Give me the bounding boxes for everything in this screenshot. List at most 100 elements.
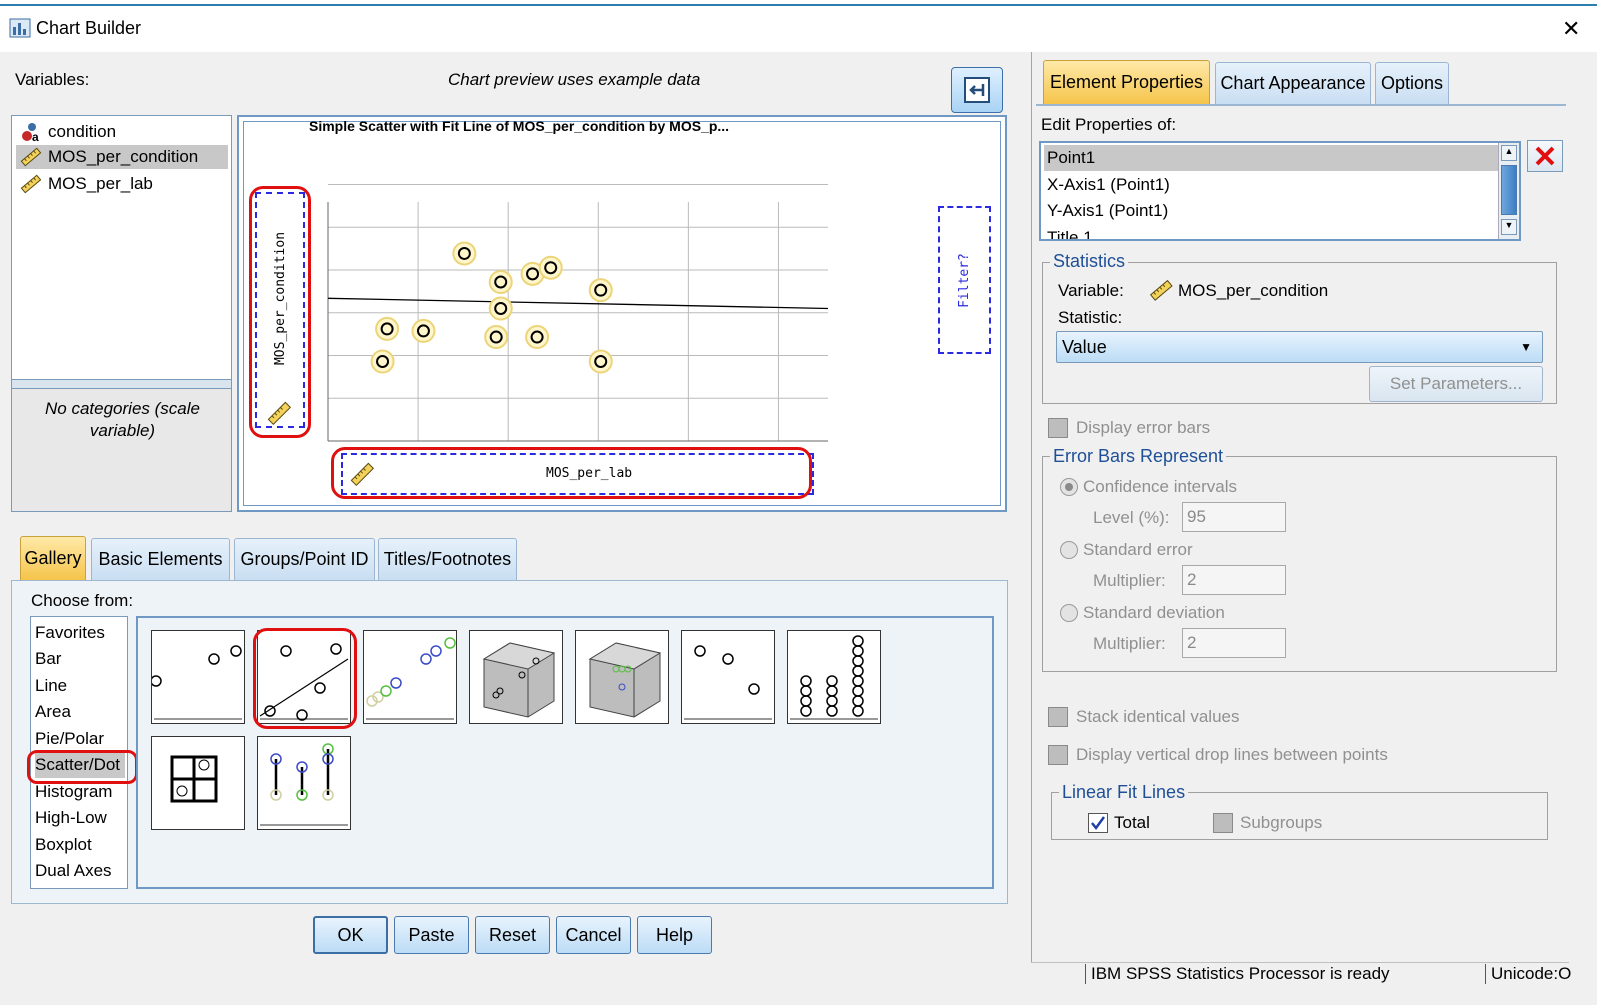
set-parameters-button[interactable]: Set Parameters... [1369,366,1543,402]
prop-item-x-axis1[interactable]: X-Axis1 (Point1) [1044,172,1500,198]
delete-element-button[interactable] [1527,140,1563,172]
prop-item-point1[interactable]: Point1 [1044,145,1500,171]
variables-list[interactable]: a condition MOS_per_condition MOS_per_la… [11,115,232,380]
scatter-matrix-thumb-icon [170,755,218,803]
thumb-grouped-scatter[interactable] [363,630,457,724]
thumb-grouped-3d-scatter[interactable] [575,630,669,724]
properties-list[interactable]: Point1 X-Axis1 (Point1) Y-Axis1 (Point1)… [1039,141,1521,241]
close-icon[interactable]: ✕ [1562,16,1580,42]
preview-note: Chart preview uses example data [448,70,701,89]
stack-identical-checkbox[interactable] [1048,707,1068,727]
thumb-simple-scatter[interactable] [150,630,245,724]
drop-lines-checkbox[interactable] [1048,745,1068,765]
chart-type-pie-polar[interactable]: Pie/Polar [35,726,104,752]
drop-lines-label: Display vertical drop lines between poin… [1076,745,1388,764]
data-point-halo [538,255,563,280]
paste-button[interactable]: Paste [394,916,469,954]
chart-type-boxplot[interactable]: Boxplot [35,832,92,858]
tab-basic-elements[interactable]: Basic Elements [91,538,230,580]
total-checkbox[interactable] [1088,813,1108,833]
scale-icon [1149,279,1173,301]
delete-icon [1535,146,1555,166]
standard-deviation-label: Standard deviation [1083,603,1225,622]
data-point-halo [488,296,513,321]
window-title: Chart Builder [36,18,142,38]
multiplier-label-2: Multiplier: [1093,634,1166,653]
tab-groups-point-id[interactable]: Groups/Point ID [234,538,375,580]
top-strip [0,0,1597,6]
export-chart-button[interactable] [951,67,1003,113]
chart-type-bar[interactable]: Bar [35,646,61,672]
drop-line-thumb-icon [260,743,348,826]
variable-item-condition[interactable]: a condition [16,120,228,144]
grouped-scatter-thumb-icon [366,637,456,720]
thumb-3d-scatter[interactable] [469,630,563,724]
data-point-halo [375,316,400,341]
chevron-down-icon: ▼ [1520,340,1532,354]
data-point-halo [588,278,613,303]
chart-type-line[interactable]: Line [35,673,67,699]
scroll-thumb[interactable] [1501,165,1517,215]
chart-title: Simple Scatter with Fit Line of MOS_per_… [309,118,730,134]
ok-button[interactable]: OK [313,916,388,954]
choose-from-label: Choose from: [31,591,134,610]
scroll-down-icon[interactable]: ▼ [1501,219,1517,235]
thumb-dot-plot[interactable] [787,630,881,724]
variable-item-mos-per-lab[interactable]: MOS_per_lab [16,172,228,196]
filter-label: Filter? [956,252,972,308]
cancel-button[interactable]: Cancel [556,916,631,954]
highlight-scatter-fit-thumb [253,628,357,729]
chart-type-dual-axes[interactable]: Dual Axes [35,858,112,884]
checkmark-icon [1091,816,1106,831]
thumb-drop-line[interactable] [257,736,351,830]
fit-line [327,297,829,310]
chart-type-high-low[interactable]: High-Low [35,805,107,831]
scroll-up-icon[interactable]: ▲ [1501,145,1517,161]
display-error-bars-checkbox[interactable] [1048,418,1068,438]
stack-identical-label: Stack identical values [1076,707,1240,726]
multiplier-field-se[interactable]: 2 [1182,565,1286,595]
edit-properties-label: Edit Properties of: [1041,115,1177,134]
chart-builder-icon [8,16,32,40]
tab-titles-footnotes[interactable]: Titles/Footnotes [378,538,517,580]
standard-error-radio[interactable] [1060,541,1078,559]
prop-item-y-axis1[interactable]: Y-Axis1 (Point1) [1044,198,1500,224]
summary-point-thumb-icon [684,645,772,720]
title-bar [0,0,1597,52]
confidence-intervals-label: Confidence intervals [1083,477,1238,496]
tab-chart-appearance[interactable]: Chart Appearance [1215,62,1371,104]
tab-element-properties[interactable]: Element Properties [1043,60,1210,104]
variable-value: MOS_per_condition [1178,281,1329,300]
reset-button[interactable]: Reset [475,916,550,954]
confidence-intervals-radio[interactable] [1060,478,1078,496]
properties-scrollbar[interactable]: ▲ ▼ [1498,143,1519,239]
statistic-dropdown[interactable]: Value ▼ [1056,331,1543,363]
chart-type-favorites[interactable]: Favorites [35,620,105,646]
tab-options[interactable]: Options [1375,62,1449,104]
level-label: Level (%): [1093,508,1170,527]
thumb-scatter-matrix[interactable] [151,736,245,830]
variable-item-mos-per-condition[interactable]: MOS_per_condition [16,145,228,169]
3d-scatter-thumb-icon [482,642,556,718]
subgroups-checkbox[interactable] [1213,813,1233,833]
standard-error-label: Standard error [1083,540,1193,559]
standard-deviation-radio[interactable] [1060,604,1078,622]
multiplier-label: Multiplier: [1093,571,1166,590]
data-point-halo [452,241,477,266]
thumb-summary-point[interactable] [681,630,775,724]
multiplier-field-sd[interactable]: 2 [1182,628,1286,658]
list-splitter[interactable] [11,380,232,388]
help-button[interactable]: Help [637,916,712,954]
prop-item-title1[interactable]: Title 1 [1044,225,1500,239]
tab-gallery[interactable]: Gallery [20,536,86,580]
variable-label: condition [48,122,117,141]
statistic-label: Statistic: [1058,308,1123,327]
display-error-bars-label: Display error bars [1076,418,1211,437]
linear-fit-legend: Linear Fit Lines [1059,782,1189,803]
statistics-legend: Statistics [1050,251,1129,272]
level-field[interactable]: 95 [1182,502,1286,532]
data-point-halo [411,318,436,343]
chart-type-area[interactable]: Area [35,699,71,725]
nominal-icon: a [22,123,39,143]
filter-label-wrap: Filter? [944,250,984,310]
